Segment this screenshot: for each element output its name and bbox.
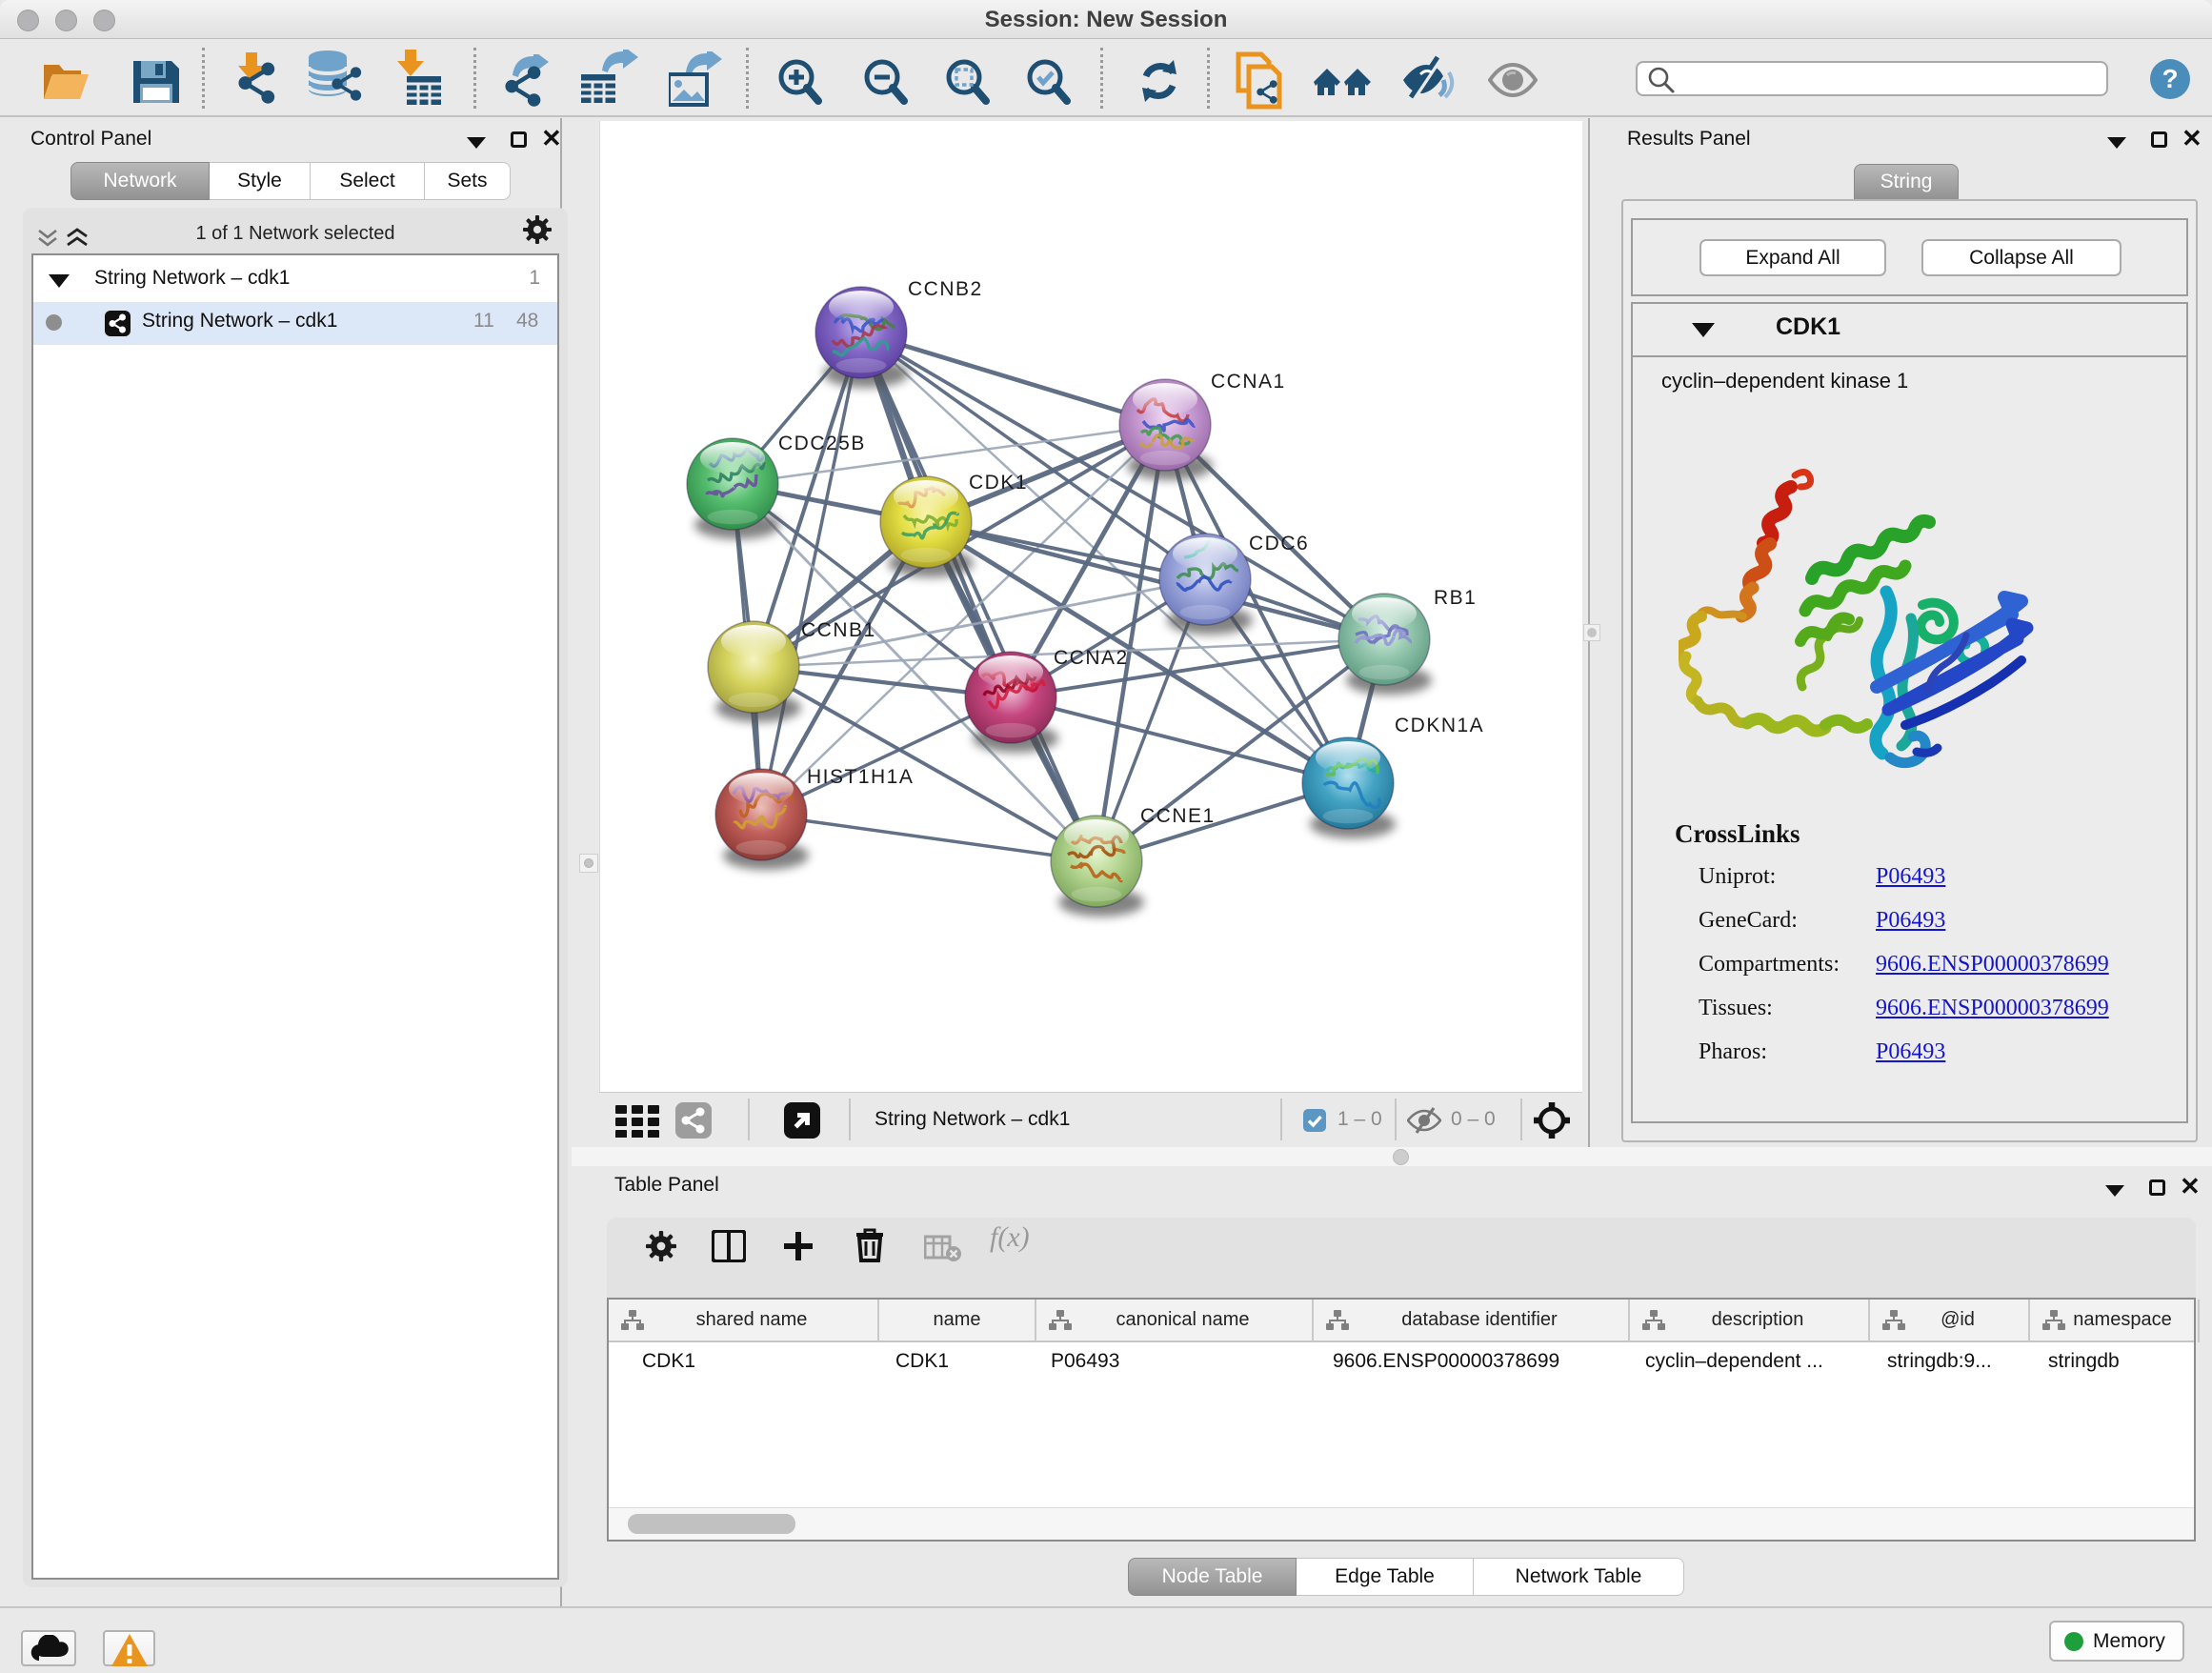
svg-text:CDK1: CDK1 bbox=[969, 472, 1028, 494]
svg-text:CDKN1A: CDKN1A bbox=[1395, 715, 1484, 736]
svg-text:CCNB2: CCNB2 bbox=[908, 278, 983, 300]
svg-text:CCNA2: CCNA2 bbox=[1054, 647, 1129, 669]
svg-text:CCNB1: CCNB1 bbox=[801, 619, 876, 641]
svg-text:HIST1H1A: HIST1H1A bbox=[807, 766, 914, 788]
svg-text:RB1: RB1 bbox=[1434, 587, 1477, 609]
svg-text:CDC6: CDC6 bbox=[1249, 533, 1309, 554]
svg-text:CCNE1: CCNE1 bbox=[1140, 805, 1216, 827]
svg-text:?: ? bbox=[2162, 64, 2178, 93]
svg-text:CDC25B: CDC25B bbox=[778, 433, 866, 454]
svg-text:CCNA1: CCNA1 bbox=[1211, 371, 1286, 393]
